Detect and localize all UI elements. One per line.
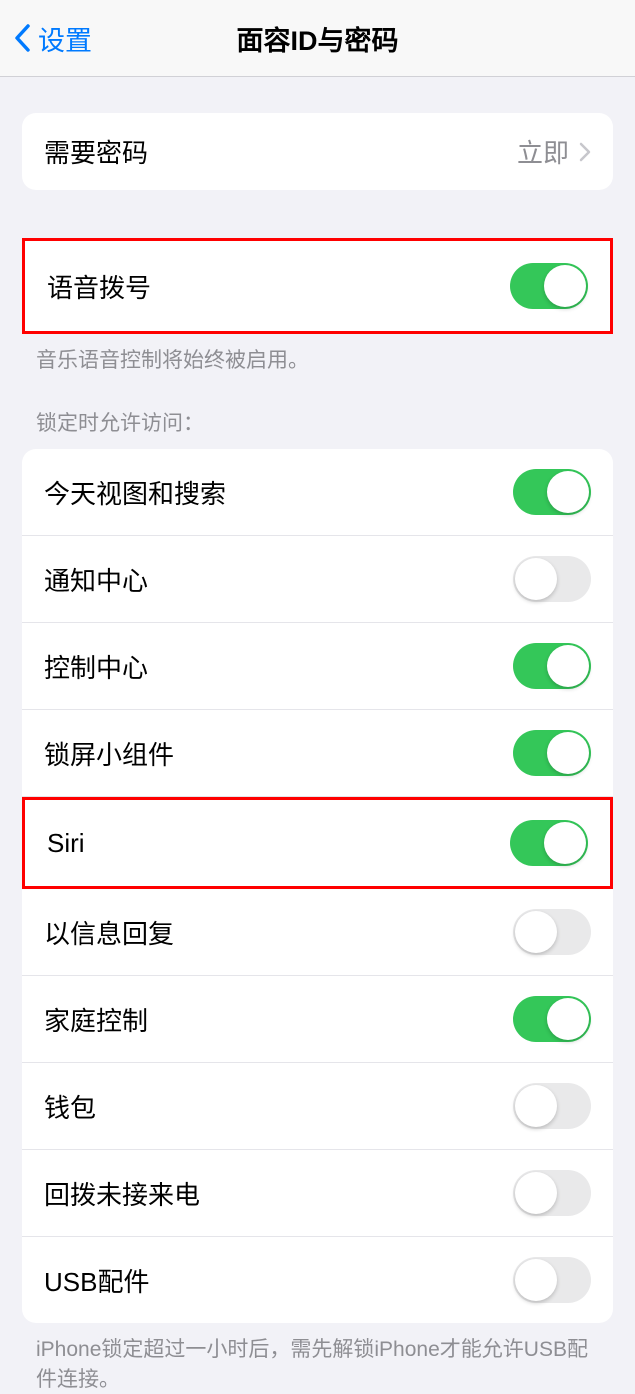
lock-access-label: Siri bbox=[47, 828, 85, 859]
lock-access-cell: 家庭控制 bbox=[22, 976, 613, 1063]
require-passcode-cell[interactable]: 需要密码 立即 bbox=[22, 113, 613, 190]
lock-access-cell: 钱包 bbox=[22, 1063, 613, 1150]
require-passcode-value: 立即 bbox=[517, 133, 591, 170]
voice-dial-cell: 语音拨号 bbox=[25, 241, 610, 331]
lock-access-label: 今天视图和搜索 bbox=[44, 474, 226, 511]
voice-dial-footer: 音乐语音控制将始终被启用。 bbox=[0, 334, 635, 375]
voice-dial-label: 语音拨号 bbox=[47, 268, 151, 305]
lock-access-label: 家庭控制 bbox=[44, 1001, 148, 1038]
lock-access-label: USB配件 bbox=[44, 1262, 149, 1299]
lock-access-toggle[interactable] bbox=[513, 1083, 591, 1129]
navigation-bar: 设置 面容ID与密码 bbox=[0, 0, 635, 77]
page-title: 面容ID与密码 bbox=[237, 19, 399, 58]
lock-access-toggle[interactable] bbox=[510, 820, 588, 866]
lock-access-cell: 回拨未接来电 bbox=[22, 1150, 613, 1237]
require-passcode-group: 需要密码 立即 bbox=[22, 113, 613, 190]
lock-access-label: 回拨未接来电 bbox=[44, 1175, 200, 1212]
chevron-right-icon bbox=[579, 142, 591, 162]
back-label: 设置 bbox=[38, 19, 92, 58]
lock-access-toggle[interactable] bbox=[513, 1170, 591, 1216]
voice-dial-group-highlighted: 语音拨号 bbox=[22, 238, 613, 334]
lock-access-label: 控制中心 bbox=[44, 648, 148, 685]
lock-access-toggle[interactable] bbox=[513, 469, 591, 515]
lock-access-toggle[interactable] bbox=[513, 556, 591, 602]
chevron-left-icon bbox=[14, 24, 30, 52]
lock-access-toggle[interactable] bbox=[513, 909, 591, 955]
lock-access-label: 锁屏小组件 bbox=[44, 735, 174, 772]
lock-access-toggle[interactable] bbox=[513, 730, 591, 776]
lock-access-cell: 今天视图和搜索 bbox=[22, 449, 613, 536]
lock-access-cell: 控制中心 bbox=[22, 623, 613, 710]
lock-access-toggle[interactable] bbox=[513, 1257, 591, 1303]
lock-access-footer: iPhone锁定超过一小时后，需先解锁iPhone才能允许USB配件连接。 bbox=[0, 1323, 635, 1394]
lock-access-group: 今天视图和搜索通知中心控制中心锁屏小组件 Siri 以信息回复家庭控制钱包回拨未接来… bbox=[22, 449, 613, 1323]
lock-access-header: 锁定时允许访问： bbox=[0, 375, 635, 449]
lock-access-cell: 通知中心 bbox=[22, 536, 613, 623]
lock-access-label: 钱包 bbox=[44, 1088, 96, 1125]
voice-dial-toggle[interactable] bbox=[510, 263, 588, 309]
back-button[interactable]: 设置 bbox=[0, 19, 92, 58]
lock-access-label: 通知中心 bbox=[44, 561, 148, 598]
lock-access-toggle[interactable] bbox=[513, 996, 591, 1042]
lock-access-cell: 以信息回复 bbox=[22, 889, 613, 976]
lock-access-toggle[interactable] bbox=[513, 643, 591, 689]
lock-access-label: 以信息回复 bbox=[44, 914, 174, 951]
lock-access-cell: 锁屏小组件 bbox=[22, 710, 613, 797]
lock-access-cell: Siri bbox=[22, 797, 613, 889]
require-passcode-label: 需要密码 bbox=[44, 133, 148, 170]
lock-access-cell: USB配件 bbox=[22, 1237, 613, 1323]
